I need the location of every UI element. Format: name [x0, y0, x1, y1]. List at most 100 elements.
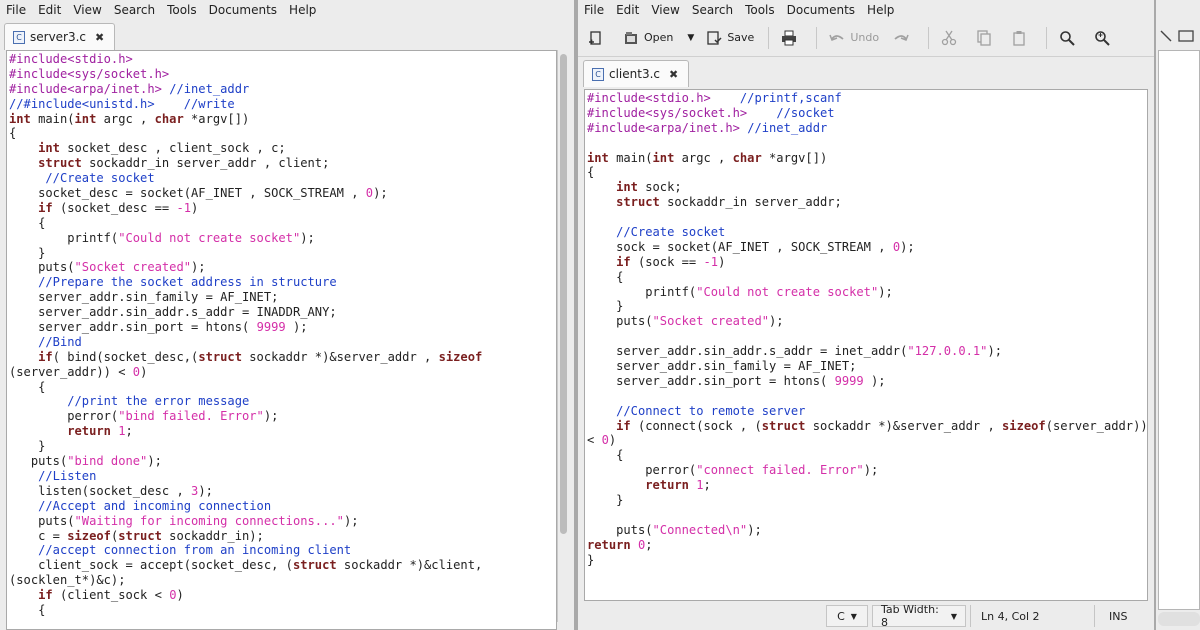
cut-button[interactable] [941, 30, 962, 46]
recent-files-dropdown[interactable]: ▼ [687, 33, 694, 43]
new-document-button[interactable] [588, 30, 609, 46]
close-icon[interactable]: ✖ [95, 31, 104, 44]
paste-button[interactable] [1011, 30, 1032, 46]
menu-icon[interactable] [1178, 30, 1194, 42]
code-line[interactable]: client_sock = accept(socket_desc, (struc… [9, 558, 556, 573]
redo-button[interactable] [893, 30, 914, 46]
code-line[interactable]: server_addr.sin_family = AF_INET; [9, 290, 556, 305]
save-button[interactable]: Save [706, 30, 754, 46]
code-line[interactable]: int socket_desc , client_sock , c; [9, 141, 556, 156]
left-vertical-scrollbar[interactable] [557, 50, 569, 622]
code-line[interactable] [587, 389, 1147, 404]
code-line[interactable]: { [587, 448, 1147, 463]
code-line[interactable] [587, 508, 1147, 523]
code-line[interactable]: server_addr.sin_addr.s_addr = INADDR_ANY… [9, 305, 556, 320]
menu-tools[interactable]: Tools [745, 3, 775, 17]
code-line[interactable]: puts("bind done"); [9, 454, 556, 469]
code-line[interactable]: server_addr.sin_port = htons( 9999 ); [9, 320, 556, 335]
menu-file[interactable]: File [6, 3, 26, 17]
code-line[interactable]: { [9, 380, 556, 395]
code-line[interactable]: //Accept and incoming connection [9, 499, 556, 514]
menu-tools[interactable]: Tools [167, 3, 197, 17]
code-line[interactable]: puts("Socket created"); [9, 260, 556, 275]
menu-edit[interactable]: Edit [38, 3, 61, 17]
code-line[interactable] [587, 210, 1147, 225]
code-line[interactable]: puts("Connected\n"); [587, 523, 1147, 538]
menu-help[interactable]: Help [867, 3, 894, 17]
code-line[interactable]: c = sizeof(struct sockaddr_in); [9, 529, 556, 544]
scrollbar-thumb[interactable] [560, 54, 567, 534]
menu-view[interactable]: View [651, 3, 679, 17]
code-line[interactable]: server_addr.sin_port = htons( 9999 ); [587, 374, 1147, 389]
code-line[interactable] [587, 136, 1147, 151]
code-text-area[interactable]: #include<stdio.h> //printf,scanf #include… [585, 90, 1147, 568]
code-line[interactable]: //Connect to remote server [587, 404, 1147, 419]
code-line[interactable]: //print the error message [9, 394, 556, 409]
code-line[interactable]: return 1; [587, 478, 1147, 493]
code-line[interactable]: struct sockaddr_in server_addr; [587, 195, 1147, 210]
code-line[interactable] [587, 329, 1147, 344]
menu-view[interactable]: View [73, 3, 101, 17]
code-line[interactable]: printf("Could not create socket"); [9, 231, 556, 246]
partial-editor-pane[interactable] [1158, 50, 1200, 610]
menu-documents[interactable]: Documents [209, 3, 277, 17]
code-line[interactable]: if (client_sock < 0) [9, 588, 556, 603]
tab-client3[interactable]: C client3.c ✖ [583, 60, 690, 87]
code-line[interactable]: struct sockaddr_in server_addr , client; [9, 156, 556, 171]
code-line[interactable]: int sock; [587, 180, 1147, 195]
code-line[interactable]: //accept connection from an incoming cli… [9, 543, 556, 558]
code-line[interactable]: if (connect(sock , (struct sockaddr *)&s… [587, 419, 1147, 434]
code-line[interactable]: //Listen [9, 469, 556, 484]
code-line[interactable]: } [587, 493, 1147, 508]
code-line[interactable]: (socklen_t*)&c); [9, 573, 556, 588]
menu-documents[interactable]: Documents [787, 3, 855, 17]
code-line[interactable]: } [587, 553, 1147, 568]
code-line[interactable]: { [587, 270, 1147, 285]
code-line[interactable]: #include<arpa/inet.h> //inet_addr [587, 121, 1147, 136]
code-line[interactable]: socket_desc = socket(AF_INET , SOCK_STRE… [9, 186, 556, 201]
code-line[interactable]: return 0; [587, 538, 1147, 553]
code-line[interactable]: perror("bind failed. Error"); [9, 409, 556, 424]
code-line[interactable]: printf("Could not create socket"); [587, 285, 1147, 300]
code-line[interactable]: } [587, 299, 1147, 314]
code-line[interactable]: } [9, 439, 556, 454]
close-icon[interactable]: ✖ [669, 68, 678, 81]
undo-button[interactable]: Undo [829, 30, 879, 46]
code-text-area[interactable]: #include<stdio.h> #include<sys/socket.h> #… [7, 51, 556, 618]
language-selector[interactable]: C ▼ [826, 605, 868, 627]
copy-button[interactable] [976, 29, 997, 46]
code-line[interactable]: { [9, 603, 556, 618]
menu-search[interactable]: Search [692, 3, 733, 17]
code-line[interactable]: int main(int argc , char *argv[]) [9, 112, 556, 127]
code-line[interactable]: #include<stdio.h> [9, 52, 556, 67]
code-line[interactable]: < 0) [587, 433, 1147, 448]
code-line[interactable]: //Bind [9, 335, 556, 350]
print-button[interactable] [781, 30, 802, 46]
tab-width-selector[interactable]: Tab Width: 8 ▼ [872, 603, 966, 629]
code-line[interactable]: { [587, 165, 1147, 180]
code-line[interactable]: if (sock == -1) [587, 255, 1147, 270]
menu-help[interactable]: Help [289, 3, 316, 17]
code-line[interactable]: #include<stdio.h> //printf,scanf [587, 91, 1147, 106]
horizontal-scrollbar[interactable] [1158, 612, 1200, 626]
open-button[interactable]: Open [623, 30, 673, 46]
code-line[interactable]: puts("Waiting for incoming connections..… [9, 514, 556, 529]
menu-search[interactable]: Search [114, 3, 155, 17]
code-line[interactable]: #include<sys/socket.h> [9, 67, 556, 82]
menu-edit[interactable]: Edit [616, 3, 639, 17]
code-line[interactable]: //Create socket [587, 225, 1147, 240]
code-line[interactable]: int main(int argc , char *argv[]) [587, 151, 1147, 166]
code-line[interactable]: #include<arpa/inet.h> //inet_addr [9, 82, 556, 97]
code-line[interactable]: //Create socket [9, 171, 556, 186]
left-code-editor[interactable]: #include<stdio.h> #include<sys/socket.h> #… [6, 50, 557, 630]
code-line[interactable]: return 1; [9, 424, 556, 439]
code-line[interactable]: if (socket_desc == -1) [9, 201, 556, 216]
right-code-editor[interactable]: #include<stdio.h> //printf,scanf #include… [584, 89, 1148, 601]
code-line[interactable]: #include<sys/socket.h> //socket [587, 106, 1147, 121]
code-line[interactable]: perror("connect failed. Error"); [587, 463, 1147, 478]
tab-server3[interactable]: C server3.c ✖ [4, 23, 116, 50]
code-line[interactable]: sock = socket(AF_INET , SOCK_STREAM , 0)… [587, 240, 1147, 255]
code-line[interactable]: { [9, 126, 556, 141]
code-line[interactable]: { [9, 216, 556, 231]
code-line[interactable]: } [9, 246, 556, 261]
